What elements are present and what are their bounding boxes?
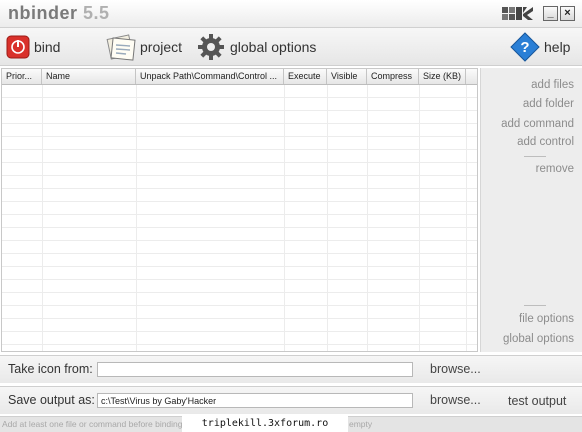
add-folder-link[interactable]: add folder	[523, 98, 574, 110]
title-bar: nbinder 5.5 _ ×	[0, 0, 582, 28]
save-label: Save output as:	[8, 393, 95, 407]
project-icon	[106, 34, 136, 61]
icon-path-input[interactable]	[97, 362, 413, 377]
minimize-button[interactable]: _	[543, 6, 558, 21]
global-options-label: global options	[230, 39, 317, 55]
brand-logo-icon	[502, 7, 533, 20]
column-divider	[367, 85, 368, 351]
table-body[interactable]	[2, 85, 477, 351]
gear-icon	[198, 34, 224, 60]
test-output-button[interactable]: test output	[508, 394, 566, 408]
icon-row: Take icon from: browse...	[0, 355, 582, 383]
status-message: Add at least one file or command before …	[2, 419, 183, 429]
column-divider	[284, 85, 285, 351]
app-version: 5.5	[83, 3, 110, 23]
column-header-unpack-path[interactable]: Unpack Path\Command\Control ...	[136, 69, 284, 84]
icon-browse-button[interactable]: browse...	[430, 362, 481, 376]
global-options-link[interactable]: global options	[503, 333, 574, 345]
save-row: Save output as: browse... test output	[0, 386, 582, 414]
bind-icon	[6, 35, 30, 59]
column-header-name[interactable]: Name	[42, 69, 136, 84]
column-header-size[interactable]: Size (KB)	[419, 69, 466, 84]
column-divider	[42, 85, 43, 351]
status-message-end: empty	[349, 419, 373, 429]
side-divider	[524, 156, 546, 157]
project-button[interactable]: project	[106, 31, 182, 63]
side-panel: add files add folder add command add con…	[480, 68, 582, 352]
column-header-compress[interactable]: Compress	[367, 69, 419, 84]
side-divider	[524, 305, 546, 306]
help-button[interactable]: ? help	[510, 31, 570, 63]
column-divider	[466, 85, 467, 351]
global-options-button[interactable]: global options	[196, 31, 316, 63]
watermark: triplekill.3xforum.ro	[182, 416, 348, 432]
help-icon: ?	[510, 32, 540, 62]
bind-button[interactable]: bind	[6, 31, 60, 63]
add-control-link[interactable]: add control	[517, 136, 574, 148]
add-command-link[interactable]: add command	[501, 118, 574, 130]
bind-label: bind	[34, 39, 61, 55]
project-label: project	[140, 39, 183, 55]
table-header: Prior... Name Unpack Path\Command\Contro…	[2, 69, 477, 85]
column-header-priority[interactable]: Prior...	[2, 69, 42, 84]
column-divider	[136, 85, 137, 351]
column-header-execute[interactable]: Execute	[284, 69, 327, 84]
app-title: nbinder 5.5	[8, 3, 110, 24]
app-name: nbinder	[8, 3, 78, 23]
remove-link[interactable]: remove	[536, 163, 574, 175]
svg-text:?: ?	[520, 39, 529, 56]
column-divider	[419, 85, 420, 351]
icon-label: Take icon from:	[8, 362, 93, 376]
file-options-link[interactable]: file options	[519, 313, 574, 325]
column-divider	[327, 85, 328, 351]
add-files-link[interactable]: add files	[531, 79, 574, 91]
column-header-visible[interactable]: Visible	[327, 69, 367, 84]
save-path-input[interactable]	[97, 393, 413, 408]
files-table[interactable]: Prior... Name Unpack Path\Command\Contro…	[1, 68, 478, 352]
close-button[interactable]: ×	[560, 6, 575, 21]
help-label: help	[544, 39, 571, 55]
toolbar: bind project global options ? help	[0, 28, 582, 66]
save-browse-button[interactable]: browse...	[430, 393, 481, 407]
